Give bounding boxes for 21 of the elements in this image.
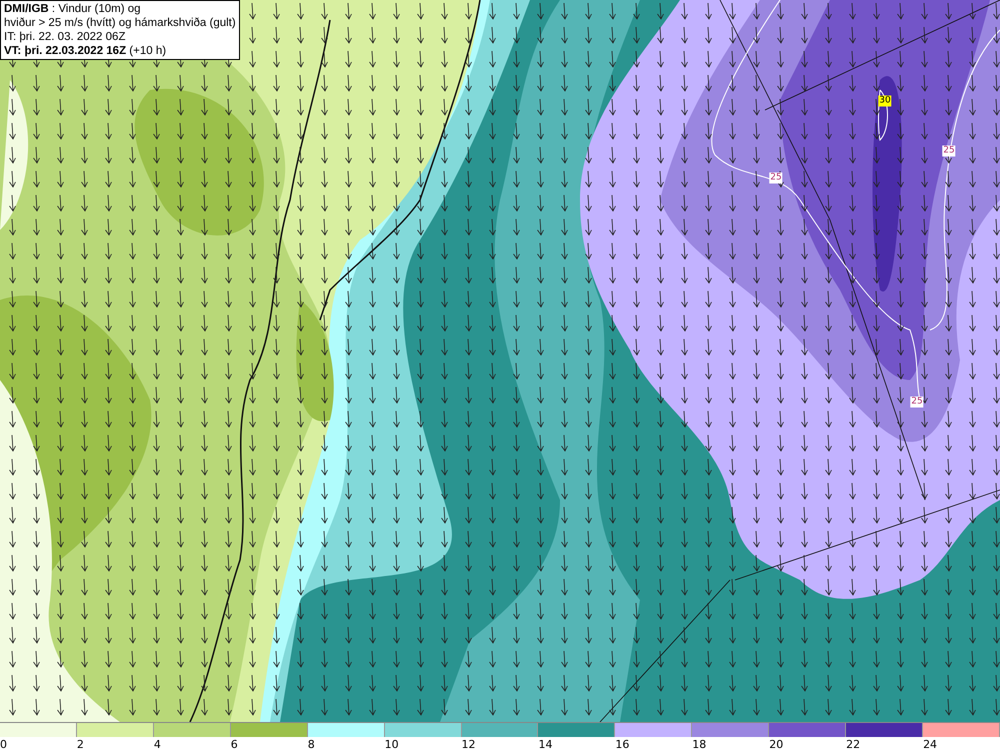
legend-tick-label: 2 bbox=[76, 738, 84, 751]
contour-label: 25 bbox=[769, 172, 783, 184]
title-line: DMI/IGB : Vindur (10m) og bbox=[4, 2, 142, 16]
legend-tick-label: 22 bbox=[846, 738, 860, 751]
legend-tick-label: 12 bbox=[462, 738, 476, 751]
legend-tick-label: 4 bbox=[154, 738, 161, 751]
legend-tick-label: 16 bbox=[615, 738, 630, 751]
title-line: IT: þri. 22. 03. 2022 06Z bbox=[4, 30, 126, 44]
legend-tick-label: 0 bbox=[0, 738, 7, 751]
title-line: hviður > 25 m/s (hvítt) og hámarkshviða (gult) bbox=[4, 16, 236, 30]
contour-label: 25 bbox=[910, 396, 924, 408]
legend-tick-label: 10 bbox=[384, 738, 399, 751]
legend-tick-label: 18 bbox=[692, 738, 706, 751]
legend-tick-label: 20 bbox=[769, 738, 784, 751]
title-line: VT: þri. 22.03.2022 16Z (+10 h) bbox=[4, 44, 168, 58]
legend-tick-label: 8 bbox=[308, 738, 315, 751]
legend-tick-label: 6 bbox=[230, 738, 238, 751]
legend-tick-label: 14 bbox=[538, 738, 552, 751]
legend-tick-label: 24 bbox=[923, 738, 938, 751]
contour-label: 25 bbox=[942, 146, 956, 156]
contour-label: 30 bbox=[878, 96, 892, 106]
